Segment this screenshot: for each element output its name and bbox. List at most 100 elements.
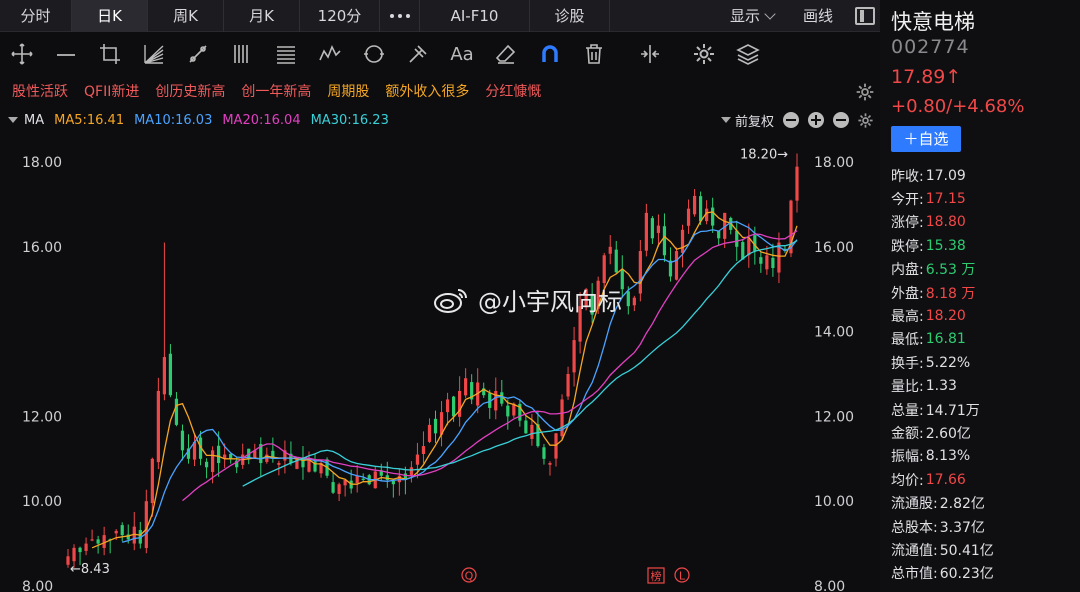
tab-ai-f10[interactable]: AI-F10 — [420, 0, 530, 32]
stat-row: 跌停: 15.38 — [891, 234, 1076, 257]
tab-120min[interactable]: 120分 — [300, 0, 380, 32]
tab-weekly-k[interactable]: 周K — [148, 0, 224, 32]
stat-row: 均价: 17.66 — [891, 468, 1076, 491]
stat-row: 涨停: 18.80 — [891, 211, 1076, 234]
tags-settings-icon[interactable] — [855, 82, 875, 102]
tab-daily-k[interactable]: 日K — [72, 0, 148, 32]
zoom-out-icon[interactable] — [783, 112, 799, 128]
candle-body — [530, 424, 534, 439]
tag-year-high[interactable]: 创一年新高 — [241, 81, 311, 101]
ma10-value: MA10:16.03 — [134, 112, 213, 128]
tab-monthly-k[interactable]: 月K — [224, 0, 300, 32]
stat-row: 最高: 18.20 — [891, 304, 1076, 327]
candle-body — [433, 418, 438, 434]
fib-levels-tool[interactable] — [264, 33, 308, 75]
split-tool[interactable] — [628, 33, 672, 75]
text-tool[interactable]: Aa — [440, 33, 484, 75]
remove-indicator-icon[interactable] — [833, 112, 849, 128]
display-dropdown[interactable]: 显示 — [718, 0, 786, 32]
drawing-toolbar: Aa — [0, 33, 880, 75]
stat-label: 最高: — [891, 309, 924, 326]
magnet-tool[interactable] — [528, 33, 572, 75]
fib-levels-icon — [277, 46, 295, 64]
chevron-down-icon — [764, 8, 776, 20]
candle-body — [90, 539, 94, 541]
high-price-label: 18.20→ — [740, 148, 788, 163]
tag-generous-dividend[interactable]: 分红慷慨 — [485, 81, 541, 101]
eraser-tool[interactable] — [484, 33, 528, 75]
more-periods-button[interactable] — [380, 0, 420, 32]
candle-body — [554, 433, 558, 459]
stat-label: 总市值: — [891, 566, 938, 583]
display-label: 显示 — [729, 7, 760, 25]
low-price-label: ←8.43 — [70, 562, 110, 577]
stat-value: 8.13% — [925, 448, 971, 465]
candle-body — [494, 390, 498, 411]
kline-chart[interactable]: 18.00 16.00 12.00 10.00 8.00 18.00 16.00 14.00… — [0, 134, 880, 592]
marker-l[interactable]: L — [674, 567, 690, 583]
y-axis-left: 18.00 16.00 12.00 10.00 8.00 — [22, 155, 62, 592]
settings-tool[interactable] — [682, 33, 726, 75]
ellipse-tool[interactable] — [352, 33, 396, 75]
candle-body — [102, 535, 106, 548]
stat-row: 总市值: 60.23亿 — [891, 562, 1076, 585]
parallel-lines-tool[interactable] — [220, 33, 264, 75]
caret-down-icon[interactable] — [8, 117, 18, 123]
stock-name: 快意电梯 — [891, 10, 975, 34]
trash-tool[interactable] — [572, 33, 616, 75]
horizontal-line-tool[interactable] — [44, 33, 88, 75]
layers-tool[interactable] — [726, 33, 770, 75]
stat-value: 8.18 万 — [925, 285, 976, 302]
draw-line-button[interactable]: 画线 — [786, 0, 850, 32]
candle-body — [759, 257, 763, 264]
candle-body — [156, 390, 160, 463]
stat-row: 最低: 16.81 — [891, 328, 1076, 351]
stat-value: 6.53 万 — [925, 262, 976, 279]
price-adjust-dropdown[interactable]: 前复权 — [735, 111, 774, 130]
stat-label: 今开: — [891, 192, 924, 209]
candle-body — [78, 547, 82, 553]
marker-rank[interactable]: 榜 — [647, 567, 665, 584]
crop-tool[interactable] — [88, 33, 132, 75]
tag-qfii[interactable]: QFII新进 — [84, 81, 139, 101]
crop-icon — [100, 44, 120, 64]
candle-body — [711, 207, 715, 226]
panel-toggle-button[interactable] — [850, 0, 880, 32]
zoom-in-icon[interactable] — [808, 112, 824, 128]
add-watchlist-button[interactable]: ＋自选 — [891, 126, 961, 152]
crosshair-tool[interactable] — [0, 33, 44, 75]
candle-body — [506, 405, 510, 417]
tag-all-time-high[interactable]: 创历史新高 — [155, 81, 225, 101]
tag-extra-income[interactable]: 额外收入很多 — [385, 81, 469, 101]
adjust-caret-icon[interactable] — [720, 117, 731, 123]
candle-body — [162, 357, 166, 395]
stat-label: 最低: — [891, 332, 924, 349]
stat-label: 总股本: — [891, 519, 938, 536]
candle-body — [699, 196, 703, 222]
stock-code: 002774 — [891, 36, 970, 58]
marker-q[interactable]: Q — [461, 567, 477, 583]
candle-body — [96, 539, 100, 544]
candle-body — [524, 420, 528, 434]
tag-cyclical[interactable]: 周期股 — [327, 81, 369, 101]
wave-tool[interactable] — [308, 33, 352, 75]
candle-body — [458, 390, 462, 417]
ma30-line — [242, 240, 798, 487]
candle-body — [421, 446, 426, 454]
candle-body — [680, 229, 685, 253]
pitchfork-tool[interactable] — [396, 33, 440, 75]
pencil-node-tool[interactable] — [176, 33, 220, 75]
candle-body — [445, 399, 450, 413]
tab-diagnose[interactable]: 诊股 — [530, 0, 610, 32]
candle-body — [174, 398, 179, 425]
stat-row: 流通股: 2.82亿 — [891, 491, 1076, 514]
y-tick-right: 12.00 — [814, 409, 854, 425]
tab-intraday[interactable]: 分时 — [0, 0, 72, 32]
stat-value: 17.66 — [925, 471, 966, 488]
tag-active-stock[interactable]: 股性活跃 — [12, 81, 68, 101]
fan-tool[interactable] — [132, 33, 176, 75]
stat-row: 换手: 5.22% — [891, 351, 1076, 374]
stat-value: 14.71万 — [925, 402, 980, 419]
ma-settings-icon[interactable] — [857, 112, 874, 129]
